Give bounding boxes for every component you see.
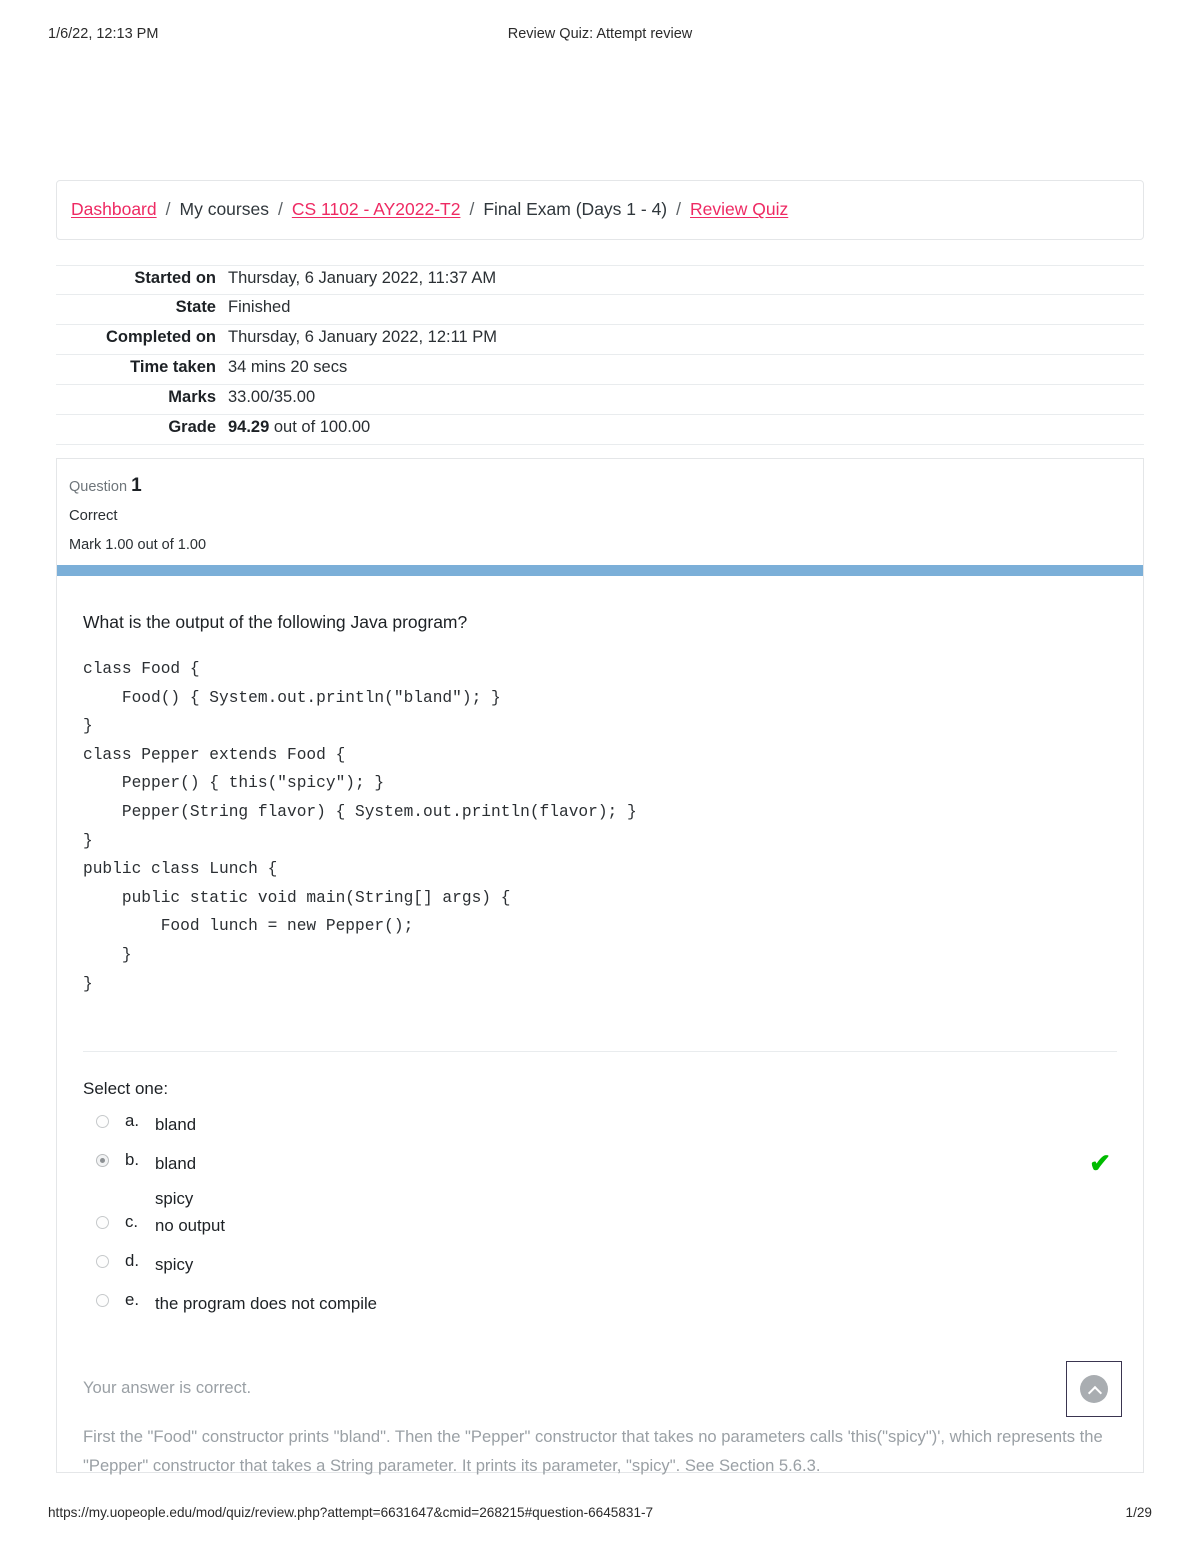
question-feedback: Your answer is correct. First the "Food"… — [83, 1373, 1117, 1480]
question-number-label: Question — [69, 479, 128, 495]
answer-letter: d. — [125, 1251, 139, 1271]
select-one-label: Select one: — [83, 1079, 169, 1099]
question-state: Correct — [69, 508, 118, 524]
summary-label-grade: Grade — [168, 418, 216, 436]
question-block: Question 1 Correct Mark 1.00 out of 1.00… — [56, 458, 1144, 1475]
breadcrumb-item-final-exam: Final Exam (Days 1 - 4) — [483, 199, 668, 220]
print-header: 1/6/22, 12:13 PM Review Quiz: Attempt re… — [0, 26, 1200, 48]
answer-option-b[interactable]: b. bland spicy ✔ — [83, 1150, 1117, 1212]
correct-check-icon: ✔ — [1089, 1148, 1111, 1179]
print-footer: https://my.uopeople.edu/mod/quiz/review.… — [0, 1505, 1200, 1525]
answer-letter: c. — [125, 1212, 139, 1232]
print-footer-url: https://my.uopeople.edu/mod/quiz/review.… — [48, 1505, 654, 1520]
breadcrumb-separator: / — [277, 199, 283, 220]
answer-text: bland — [155, 1115, 197, 1135]
chevron-up-icon — [1080, 1375, 1108, 1403]
summary-value-time-taken: 34 mins 20 secs — [228, 358, 348, 376]
breadcrumb: Dashboard / My courses / CS 1102 - AY202… — [56, 180, 1144, 240]
table-row: Marks 33.00/35.00 — [56, 385, 1144, 415]
attempt-summary-table: Started on Thursday, 6 January 2022, 11:… — [56, 265, 1144, 445]
breadcrumb-item-course[interactable]: CS 1102 - AY2022-T2 — [292, 201, 461, 219]
radio-icon[interactable] — [96, 1255, 109, 1269]
answer-text-line2: spicy — [155, 1189, 194, 1209]
question-accent-bar — [57, 565, 1143, 576]
breadcrumb-separator: / — [469, 199, 475, 220]
summary-value-started-on: Thursday, 6 January 2022, 11:37 AM — [228, 269, 497, 287]
answer-letter: b. — [125, 1150, 139, 1170]
breadcrumb-item-dashboard[interactable]: Dashboard — [71, 201, 157, 219]
scroll-to-top-button[interactable] — [1066, 1361, 1122, 1417]
breadcrumb-separator: / — [165, 199, 171, 220]
question-code-block: class Food { Food() { System.out.println… — [83, 660, 637, 993]
table-row: Time taken 34 mins 20 secs — [56, 355, 1144, 385]
answer-options: a. bland b. bland spicy ✔ c. no output d.… — [83, 1111, 1117, 1329]
summary-value-state: Finished — [228, 298, 291, 316]
radio-icon[interactable] — [96, 1115, 109, 1129]
summary-value-completed-on: Thursday, 6 January 2022, 12:11 PM — [228, 328, 498, 346]
question-body: What is the output of the following Java… — [57, 612, 1143, 1480]
breadcrumb-separator: / — [676, 199, 682, 220]
breadcrumb-item-my-courses: My courses — [179, 199, 269, 220]
answer-option-a[interactable]: a. bland — [83, 1111, 1117, 1150]
answer-letter: a. — [125, 1111, 139, 1131]
table-row: State Finished — [56, 295, 1144, 325]
answer-letter: e. — [125, 1290, 139, 1310]
summary-value-grade: 94.29 out of 100.00 — [228, 418, 370, 437]
feedback-body: First the "Food" constructor prints "bla… — [83, 1427, 1103, 1476]
summary-label-state: State — [175, 298, 216, 316]
answer-text: bland spicy — [155, 1150, 196, 1212]
question-mark: Mark 1.00 out of 1.00 — [69, 537, 207, 553]
grade-suffix: out of 100.00 — [269, 418, 371, 436]
answer-option-d[interactable]: d. spicy — [83, 1251, 1117, 1290]
radio-icon[interactable] — [96, 1216, 109, 1230]
question-prompt: What is the output of the following Java… — [83, 612, 468, 632]
feedback-heading: Your answer is correct. — [83, 1378, 252, 1398]
question-divider — [83, 1051, 1117, 1053]
print-footer-page: 1/29 — [1125, 1505, 1152, 1520]
answer-text-line1: bland — [155, 1154, 197, 1174]
answer-text: the program does not compile — [155, 1294, 378, 1314]
table-row: Completed on Thursday, 6 January 2022, 1… — [56, 325, 1144, 355]
answer-option-e[interactable]: e. the program does not compile — [83, 1290, 1117, 1329]
question-info: Question 1 Correct Mark 1.00 out of 1.00 — [57, 459, 1143, 553]
answer-option-c[interactable]: c. no output — [83, 1212, 1117, 1251]
answer-text: spicy — [155, 1255, 194, 1275]
question-number: Question 1 — [69, 475, 1143, 497]
summary-value-marks: 33.00/35.00 — [228, 388, 316, 406]
summary-label-started-on: Started on — [134, 269, 216, 287]
grade-score: 94.29 — [228, 418, 270, 436]
question-number-value: 1 — [131, 475, 142, 496]
table-row: Grade 94.29 out of 100.00 — [56, 415, 1144, 445]
summary-label-time-taken: Time taken — [130, 358, 216, 376]
radio-icon-selected[interactable] — [96, 1154, 109, 1168]
summary-label-marks: Marks — [168, 388, 216, 406]
print-header-title: Review Quiz: Attempt review — [507, 26, 693, 42]
breadcrumb-item-review-quiz[interactable]: Review Quiz — [690, 201, 788, 219]
answer-text: no output — [155, 1216, 225, 1236]
table-row: Started on Thursday, 6 January 2022, 11:… — [56, 265, 1144, 295]
radio-icon[interactable] — [96, 1294, 109, 1308]
summary-label-completed-on: Completed on — [106, 328, 216, 346]
